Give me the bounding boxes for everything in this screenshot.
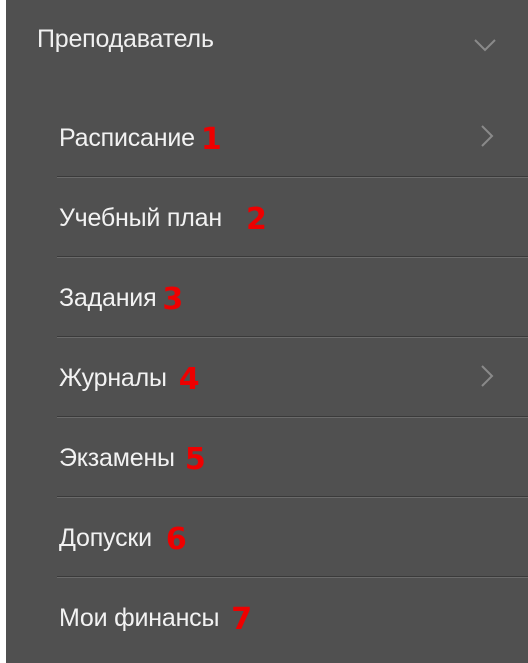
menu-item-finances[interactable]: Мои финансы 7: [57, 577, 528, 656]
annotation-number: 3: [162, 282, 184, 317]
annotation-number: 7: [231, 602, 252, 637]
chevron-right-icon: [481, 365, 494, 387]
annotation-number: 6: [165, 522, 187, 557]
chevron-right-icon: [481, 125, 494, 147]
teacher-menu: Преподаватель Расписание 1 Учебный план 2 …: [6, 0, 528, 663]
menu-item-label: Учебный план 2: [59, 202, 267, 237]
menu-item-journals[interactable]: Журналы 4: [57, 337, 528, 417]
annotation-number: 5: [184, 442, 206, 477]
menu-item-tasks[interactable]: Задания 3: [57, 257, 528, 337]
menu-items: Расписание 1 Учебный план 2 Задания 3 Журна…: [57, 97, 528, 656]
menu-item-label: Экзамены 5: [59, 442, 206, 477]
section-title: Преподаватель: [37, 25, 214, 53]
menu-item-exams[interactable]: Экзамены 5: [57, 417, 528, 497]
menu-item-curriculum[interactable]: Учебный план 2: [57, 177, 528, 257]
chevron-down-icon[interactable]: [473, 38, 497, 52]
menu-item-label: Расписание 1: [59, 122, 222, 157]
section-header-teacher[interactable]: Преподаватель: [6, 0, 528, 88]
menu-item-label: Задания 3: [59, 282, 184, 317]
annotation-number: 1: [200, 122, 222, 157]
annotation-number: 4: [178, 362, 200, 397]
menu-item-schedule[interactable]: Расписание 1: [57, 97, 528, 177]
menu-item-label: Допуски 6: [59, 522, 187, 557]
menu-item-label: Мои финансы 7: [59, 602, 252, 637]
annotation-number: 2: [245, 202, 267, 237]
menu-item-admissions[interactable]: Допуски 6: [57, 497, 528, 577]
menu-item-label: Журналы 4: [59, 362, 200, 397]
